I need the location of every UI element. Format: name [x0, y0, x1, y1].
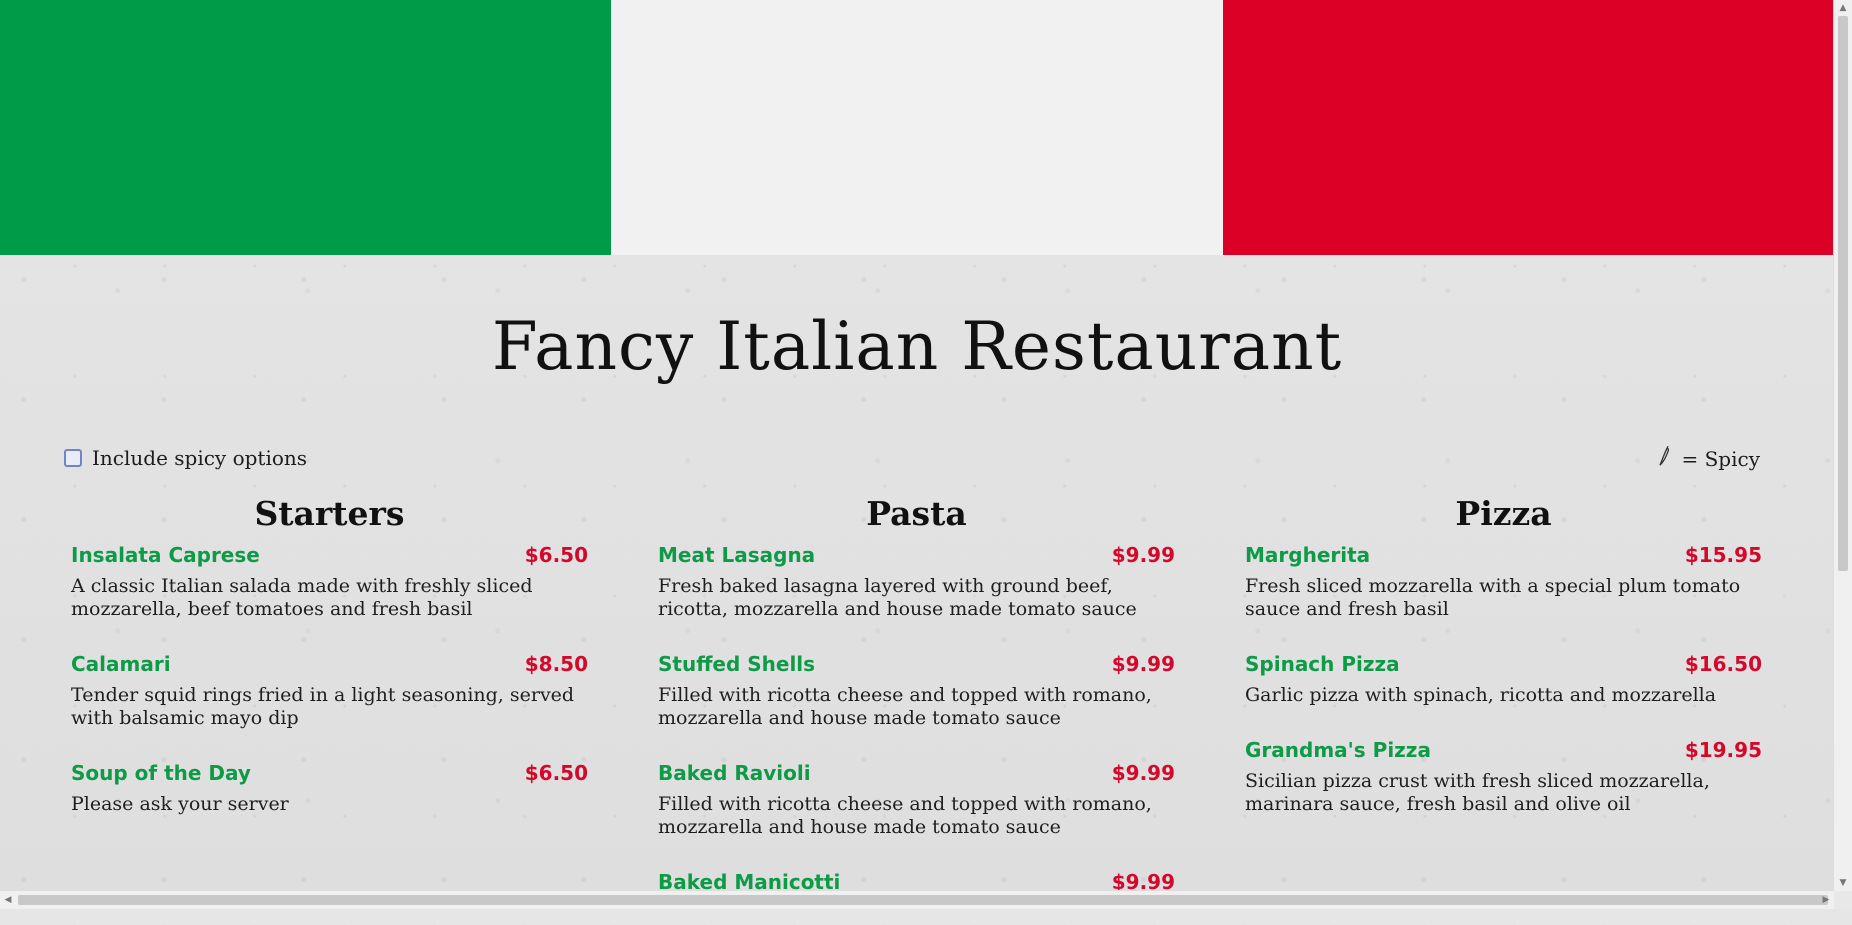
item-name: Baked Ravioli: [658, 761, 811, 785]
spicy-legend: = Spicy: [1652, 443, 1760, 473]
item-price: $19.95: [1684, 738, 1762, 762]
item-description: Sicilian pizza crust with fresh sliced m…: [1245, 770, 1710, 815]
flag-red-stripe: [1222, 0, 1834, 255]
menu-section-pizza: Pizza Margherita $15.95 Fresh sliced moz…: [1245, 494, 1762, 847]
scroll-up-arrow-icon[interactable]: ▲: [1834, 1, 1852, 15]
horizontal-scrollbar[interactable]: ◀ ▶: [0, 890, 1834, 909]
item-name: Stuffed Shells: [658, 652, 816, 676]
spicy-toggle[interactable]: Include spicy options: [64, 446, 307, 470]
menu-item: Baked Ravioli $9.99 Filled with ricotta …: [658, 761, 1175, 839]
horizontal-scroll-thumb[interactable]: [18, 895, 1828, 905]
menu-item: Soup of the Day $6.50 Please ask your se…: [71, 761, 588, 816]
menu-item: Meat Lasagna $9.99 Fresh baked lasagna l…: [658, 543, 1175, 621]
menu-section-pasta: Pasta Meat Lasagna $9.99 Fresh baked las…: [658, 494, 1175, 925]
item-name: Insalata Caprese: [71, 543, 260, 567]
menu-item: Insalata Caprese $6.50 A classic Italian…: [71, 543, 588, 621]
item-price: $6.50: [524, 543, 588, 567]
scrollbar-corner: [1834, 891, 1852, 909]
vertical-scroll-thumb[interactable]: [1838, 16, 1848, 571]
scroll-down-arrow-icon[interactable]: ▼: [1834, 876, 1852, 890]
menu-item: Margherita $15.95 Fresh sliced mozzarell…: [1245, 543, 1762, 621]
item-name: Soup of the Day: [71, 761, 251, 785]
item-description: Garlic pizza with spinach, ricotta and m…: [1245, 684, 1717, 706]
spicy-toggle-label: Include spicy options: [92, 446, 308, 470]
item-description: A classic Italian salada made with fresh…: [71, 575, 533, 620]
item-name: Calamari: [71, 652, 171, 676]
menu-item: Stuffed Shells $9.99 Filled with ricotta…: [658, 652, 1175, 730]
section-heading: Pasta: [866, 494, 967, 533]
item-price: $8.50: [524, 652, 588, 676]
vertical-scrollbar[interactable]: ▲ ▼: [1833, 0, 1852, 891]
item-name: Spinach Pizza: [1245, 652, 1400, 676]
menu-section-starters: Starters Insalata Caprese $6.50 A classi…: [71, 494, 588, 847]
menu-item: Spinach Pizza $16.50 Garlic pizza with s…: [1245, 652, 1762, 707]
scroll-right-arrow-icon[interactable]: ▶: [1818, 891, 1834, 909]
section-heading: Pizza: [1455, 494, 1552, 533]
item-description: Fresh sliced mozzarella with a special p…: [1245, 575, 1741, 620]
item-description: Filled with ricotta cheese and topped wi…: [658, 684, 1152, 729]
flag-white-stripe: [611, 0, 1223, 255]
scroll-left-arrow-icon[interactable]: ◀: [0, 891, 16, 909]
menu-item: Calamari $8.50 Tender squid rings fried …: [71, 652, 588, 730]
item-price: $9.99: [1111, 761, 1175, 785]
section-heading: Starters: [254, 494, 405, 533]
spicy-legend-text: = Spicy: [1681, 446, 1760, 471]
menu-item: Grandma's Pizza $19.95 Sicilian pizza cr…: [1245, 738, 1762, 816]
item-price: $15.95: [1684, 543, 1762, 567]
item-name: Margherita: [1245, 543, 1371, 567]
italian-flag-banner: [0, 0, 1834, 255]
item-description: Tender squid rings fried in a light seas…: [71, 684, 575, 729]
item-price: $9.99: [1111, 652, 1175, 676]
item-price: $16.50: [1684, 652, 1762, 676]
spicy-checkbox[interactable]: [64, 449, 82, 467]
item-description: Filled with ricotta cheese and topped wi…: [658, 793, 1152, 838]
item-description: Fresh baked lasagna layered with ground …: [658, 575, 1137, 620]
flag-green-stripe: [0, 0, 612, 255]
item-name: Meat Lasagna: [658, 543, 816, 567]
item-price: $6.50: [524, 761, 588, 785]
item-description: Please ask your server: [71, 793, 289, 815]
page-title: Fancy Italian Restaurant: [491, 308, 1343, 385]
item-price: $9.99: [1111, 543, 1175, 567]
chili-pepper-icon: [1652, 443, 1679, 473]
item-name: Grandma's Pizza: [1245, 738, 1431, 762]
